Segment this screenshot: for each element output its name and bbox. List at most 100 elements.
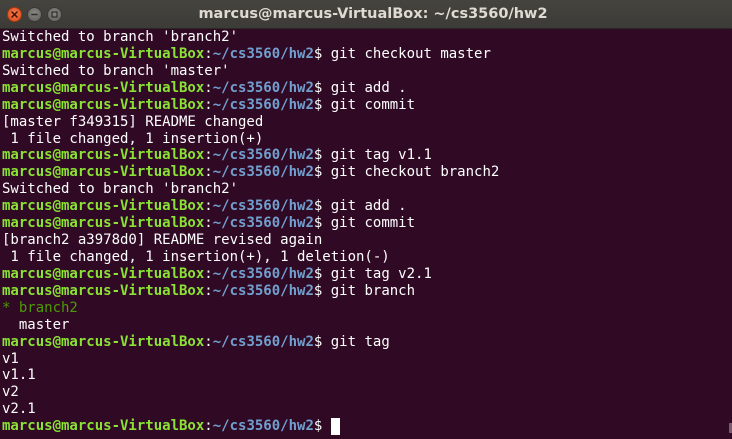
- prompt-path: ~/cs3560/hw2: [212, 418, 314, 435]
- prompt-colon: :: [204, 96, 213, 113]
- prompt-colon: :: [204, 198, 213, 215]
- maximize-button[interactable]: [47, 6, 62, 22]
- command-line: marcus@marcus-VirtualBox:~/cs3560/hw2$ g…: [2, 334, 732, 351]
- prompt-user: marcus@marcus-VirtualBox: [2, 79, 205, 96]
- command-text: git branch: [330, 282, 416, 299]
- prompt-dollar: $: [313, 96, 331, 113]
- prompt-path: ~/cs3560/hw2: [212, 198, 314, 215]
- output-text: 1 file changed, 1 insertion(+): [2, 130, 264, 147]
- output-line: Switched to branch 'master': [2, 63, 732, 80]
- prompt-colon: :: [204, 333, 213, 350]
- prompt-user: marcus@marcus-VirtualBox: [2, 164, 205, 181]
- command-line: marcus@marcus-VirtualBox:~/cs3560/hw2$ g…: [2, 147, 732, 164]
- command-text: git tag: [330, 333, 390, 350]
- output-text: Switched to branch 'master': [2, 62, 230, 79]
- prompt-dollar: $: [313, 79, 331, 96]
- output-line: [master f349315] README changed: [2, 114, 732, 131]
- title-bar[interactable]: marcus@marcus-VirtualBox: ~/cs3560/hw2: [0, 0, 732, 29]
- prompt-user: marcus@marcus-VirtualBox: [2, 333, 205, 350]
- output-text: v2.1: [2, 401, 36, 418]
- prompt-user: marcus@marcus-VirtualBox: [2, 282, 205, 299]
- command-line: marcus@marcus-VirtualBox:~/cs3560/hw2$ g…: [2, 198, 732, 215]
- prompt-user: marcus@marcus-VirtualBox: [2, 265, 205, 282]
- output-line: [branch2 a3978d0] README revised again: [2, 232, 732, 249]
- prompt-colon: :: [204, 282, 213, 299]
- window-controls: [0, 6, 62, 22]
- prompt-dollar: $: [313, 198, 331, 215]
- prompt-path: ~/cs3560/hw2: [212, 164, 314, 181]
- close-icon: [11, 10, 18, 18]
- output-line: Switched to branch 'branch2': [2, 181, 732, 198]
- command-text: git add .: [330, 198, 407, 215]
- output-text: v1: [2, 350, 19, 367]
- output-line: 1 file changed, 1 insertion(+), 1 deleti…: [2, 249, 732, 266]
- command-text: git commit: [330, 96, 416, 113]
- minimize-icon: [31, 13, 38, 15]
- output-text: 1 file changed, 1 insertion(+), 1 deleti…: [2, 248, 390, 265]
- output-text: v1.1: [2, 367, 36, 384]
- output-line: v2.1: [2, 401, 732, 418]
- prompt-dollar: $: [313, 215, 331, 232]
- command-text: git tag v1.1: [330, 147, 432, 164]
- prompt-dollar: $: [313, 282, 331, 299]
- output-text: v2: [2, 384, 19, 401]
- prompt-user: marcus@marcus-VirtualBox: [2, 96, 205, 113]
- output-line: master: [2, 317, 732, 334]
- prompt-user: marcus@marcus-VirtualBox: [2, 45, 205, 62]
- prompt-path: ~/cs3560/hw2: [212, 215, 314, 232]
- command-line: marcus@marcus-VirtualBox:~/cs3560/hw2$ g…: [2, 266, 732, 283]
- output-text: Switched to branch 'branch2': [2, 29, 239, 45]
- prompt-dollar: $: [313, 147, 331, 164]
- prompt-dollar: $: [313, 418, 331, 435]
- command-text: git tag v2.1: [330, 265, 432, 282]
- output-line: Switched to branch 'branch2': [2, 29, 732, 46]
- terminal-output[interactable]: Switched to branch 'branch2' marcus@marcu…: [0, 29, 732, 439]
- command-text: git checkout branch2: [330, 164, 500, 181]
- prompt-user: marcus@marcus-VirtualBox: [2, 198, 205, 215]
- prompt-colon: :: [204, 164, 213, 181]
- prompt-colon: :: [204, 45, 213, 62]
- prompt-path: ~/cs3560/hw2: [212, 333, 314, 350]
- prompt-path: ~/cs3560/hw2: [212, 79, 314, 96]
- prompt-user: marcus@marcus-VirtualBox: [2, 147, 205, 164]
- command-line: marcus@marcus-VirtualBox:~/cs3560/hw2$ g…: [2, 80, 732, 97]
- maximize-icon: [51, 10, 58, 18]
- output-text: master: [2, 316, 70, 333]
- prompt-path: ~/cs3560/hw2: [212, 96, 314, 113]
- command-line: marcus@marcus-VirtualBox:~/cs3560/hw2$ g…: [2, 97, 732, 114]
- terminal-window: marcus@marcus-VirtualBox: ~/cs3560/hw2 S…: [0, 0, 732, 439]
- output-line: 1 file changed, 1 insertion(+): [2, 131, 732, 148]
- command-text: git commit: [330, 215, 416, 232]
- command-text: git add .: [330, 79, 407, 96]
- command-line: marcus@marcus-VirtualBox:~/cs3560/hw2$ g…: [2, 283, 732, 300]
- close-button[interactable]: [7, 6, 22, 22]
- prompt-user: marcus@marcus-VirtualBox: [2, 215, 205, 232]
- command-line: marcus@marcus-VirtualBox:~/cs3560/hw2$ g…: [2, 46, 732, 63]
- command-line: marcus@marcus-VirtualBox:~/cs3560/hw2$ g…: [2, 215, 732, 232]
- prompt-path: ~/cs3560/hw2: [212, 265, 314, 282]
- window-title: marcus@marcus-VirtualBox: ~/cs3560/hw2: [198, 6, 548, 22]
- output-line: v1.1: [2, 367, 732, 384]
- prompt-colon: :: [204, 147, 213, 164]
- output-text: [branch2 a3978d0] README revised again: [2, 232, 323, 249]
- output-line: v1: [2, 351, 732, 368]
- prompt-colon: :: [204, 265, 213, 282]
- output-text: [master f349315] README changed: [2, 113, 264, 130]
- prompt-path: ~/cs3560/hw2: [212, 282, 314, 299]
- prompt-dollar: $: [313, 333, 331, 350]
- prompt-path: ~/cs3560/hw2: [212, 45, 314, 62]
- prompt-path: ~/cs3560/hw2: [212, 147, 314, 164]
- text-cursor: [330, 418, 340, 436]
- prompt-dollar: $: [313, 265, 331, 282]
- output-line: v2: [2, 384, 732, 401]
- active-prompt-line: marcus@marcus-VirtualBox:~/cs3560/hw2$: [2, 418, 732, 436]
- command-text: git checkout master: [330, 45, 491, 62]
- minimize-button[interactable]: [27, 6, 42, 22]
- prompt-dollar: $: [313, 164, 331, 181]
- current-branch-text: * branch2: [2, 299, 78, 316]
- command-line: marcus@marcus-VirtualBox:~/cs3560/hw2$ g…: [2, 164, 732, 181]
- prompt-colon: :: [204, 418, 213, 435]
- prompt-colon: :: [204, 79, 213, 96]
- prompt-user: marcus@marcus-VirtualBox: [2, 418, 205, 435]
- prompt-colon: :: [204, 215, 213, 232]
